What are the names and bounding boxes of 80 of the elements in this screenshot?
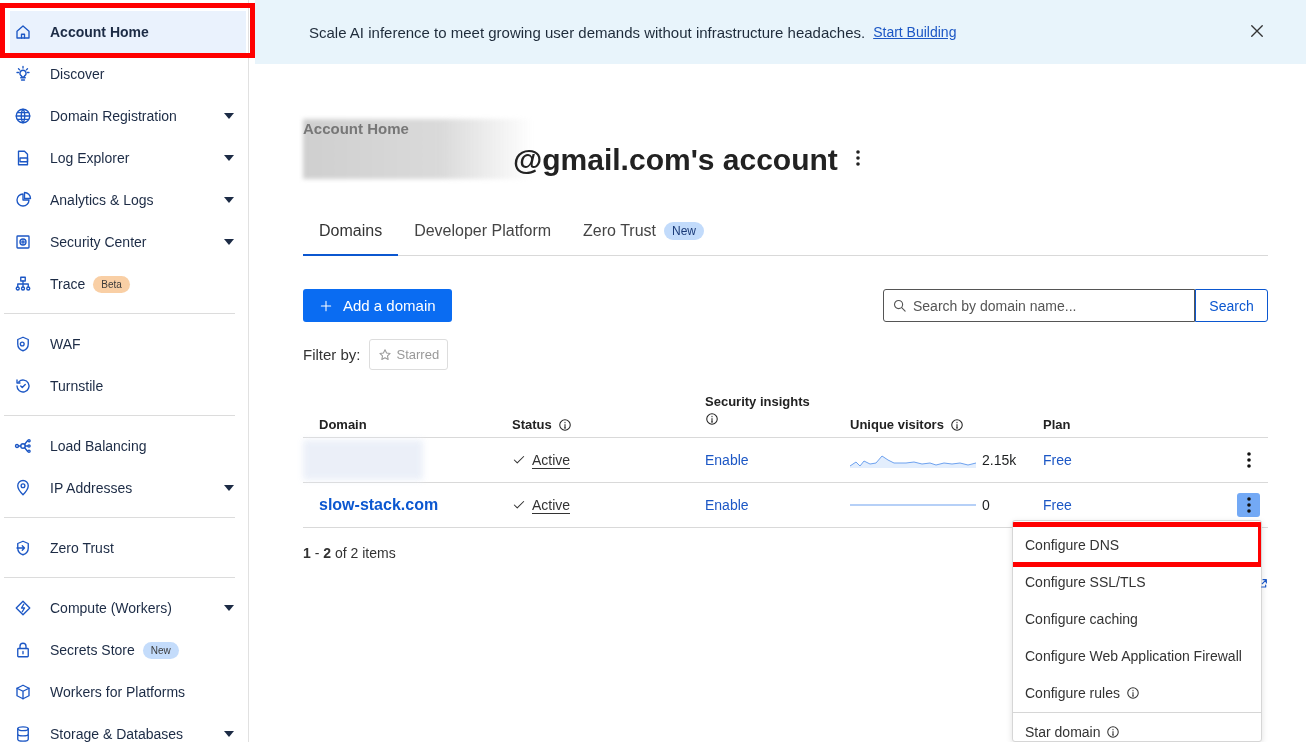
pagination-summary: 1 - 2 of 2 items	[303, 545, 396, 561]
filter-label: Filter by:	[303, 346, 361, 363]
menu-item[interactable]: Configure caching	[1013, 600, 1261, 637]
sidebar-item[interactable]: Trace Beta	[0, 263, 248, 305]
menu-item[interactable]: Configure SSL/TLS	[1013, 563, 1261, 600]
star-icon	[377, 347, 392, 362]
map-pin-icon	[14, 479, 32, 497]
plus-icon	[319, 298, 333, 313]
external-link-icon	[1261, 577, 1267, 589]
lightning-diamond-icon	[14, 599, 32, 617]
status-text: Active	[532, 451, 571, 469]
globe-icon	[14, 107, 32, 125]
column-header: Security insights	[705, 392, 815, 432]
cube-icon	[14, 683, 32, 701]
tab[interactable]: Domains	[303, 208, 399, 256]
shield-arrow-icon	[14, 539, 32, 557]
padlock-icon	[14, 641, 32, 659]
safe-icon	[14, 233, 32, 251]
menu-item[interactable]: Configure rules	[1013, 674, 1261, 711]
start-building-link[interactable]: Start Building	[873, 24, 957, 40]
network-icon	[14, 437, 32, 455]
sidebar-item[interactable]: Turnstile	[0, 365, 248, 407]
search-field[interactable]: Search by domain name...	[883, 289, 1195, 322]
sidebar-item[interactable]: Workers for Platforms	[0, 671, 248, 713]
plan-link[interactable]: Free	[1043, 452, 1072, 468]
breadcrumb: Account Home	[303, 120, 410, 137]
tab[interactable]: Developer Platform	[398, 208, 568, 256]
kebab-menu-icon	[855, 150, 860, 166]
sidebar-item[interactable]: Domain Registration	[0, 95, 248, 137]
database-icon	[14, 725, 32, 742]
menu-item[interactable]: Configure DNS	[1013, 526, 1261, 563]
sidebar-item[interactable]: Log Explorer	[0, 137, 248, 179]
menu-item[interactable]: Configure Web Application Firewall	[1013, 637, 1261, 674]
banner-message: Scale AI inference to meet growing user demands without infrastructure headaches.	[309, 23, 866, 41]
column-header: Plan	[1043, 417, 1071, 432]
column-header: Status	[512, 417, 572, 432]
info-icon	[705, 412, 719, 426]
info-icon	[1106, 724, 1121, 739]
tab[interactable]: Zero Trust New	[567, 208, 720, 256]
search-button[interactable]: Search	[1195, 289, 1268, 322]
info-icon	[949, 417, 964, 432]
pie-chart-icon	[14, 191, 32, 209]
new-badge: New	[664, 222, 704, 240]
sidebar-item[interactable]: Security Center	[0, 221, 248, 263]
row-actions-button[interactable]	[1237, 493, 1260, 517]
add-domain-button[interactable]: Add a domain	[303, 289, 452, 322]
page-title: @gmail.com's account	[513, 143, 838, 177]
search-icon	[892, 298, 907, 313]
sidebar-badge: New	[142, 641, 179, 659]
sidebar-item[interactable]: Zero Trust	[0, 527, 248, 569]
kebab-icon	[1246, 452, 1251, 468]
info-icon	[557, 417, 572, 432]
sidebar-item[interactable]: Account Home	[10, 11, 246, 53]
sidebar-item[interactable]: Load Balancing	[0, 425, 248, 467]
info-icon	[1125, 685, 1140, 700]
enable-link[interactable]: Enable	[705, 497, 749, 513]
sidebar-item[interactable]: Storage & Databases	[0, 713, 248, 742]
sidebar-badge: Beta	[93, 275, 130, 293]
sidebar-item[interactable]: Analytics & Logs	[0, 179, 248, 221]
check-icon	[512, 453, 526, 467]
house-icon	[14, 23, 32, 41]
clock-check-icon	[14, 377, 32, 395]
plan-link[interactable]: Free	[1043, 497, 1072, 513]
hierarchy-icon	[14, 275, 32, 293]
menu-item[interactable]: Star domain	[1013, 712, 1261, 741]
sidebar-item[interactable]: IP Addresses	[0, 467, 248, 509]
sidebar-item[interactable]: Discover	[0, 53, 248, 95]
kebab-icon	[1246, 497, 1251, 513]
column-header: Unique visitors	[850, 417, 964, 432]
column-header: Domain	[319, 417, 367, 432]
visitor-count: 0	[982, 497, 990, 513]
enable-link[interactable]: Enable	[705, 452, 749, 468]
sidebar-item[interactable]: Compute (Workers)	[0, 587, 248, 629]
sidebar-item[interactable]: WAF	[0, 323, 248, 365]
visitor-count: 2.15k	[982, 452, 1017, 468]
check-icon	[512, 498, 526, 512]
status-text: Active	[532, 496, 571, 514]
domain-link[interactable]: slow-stack.com	[319, 496, 439, 513]
lightbulb-icon	[14, 65, 32, 83]
sidebar-item[interactable]: Secrets Store New	[0, 629, 248, 671]
